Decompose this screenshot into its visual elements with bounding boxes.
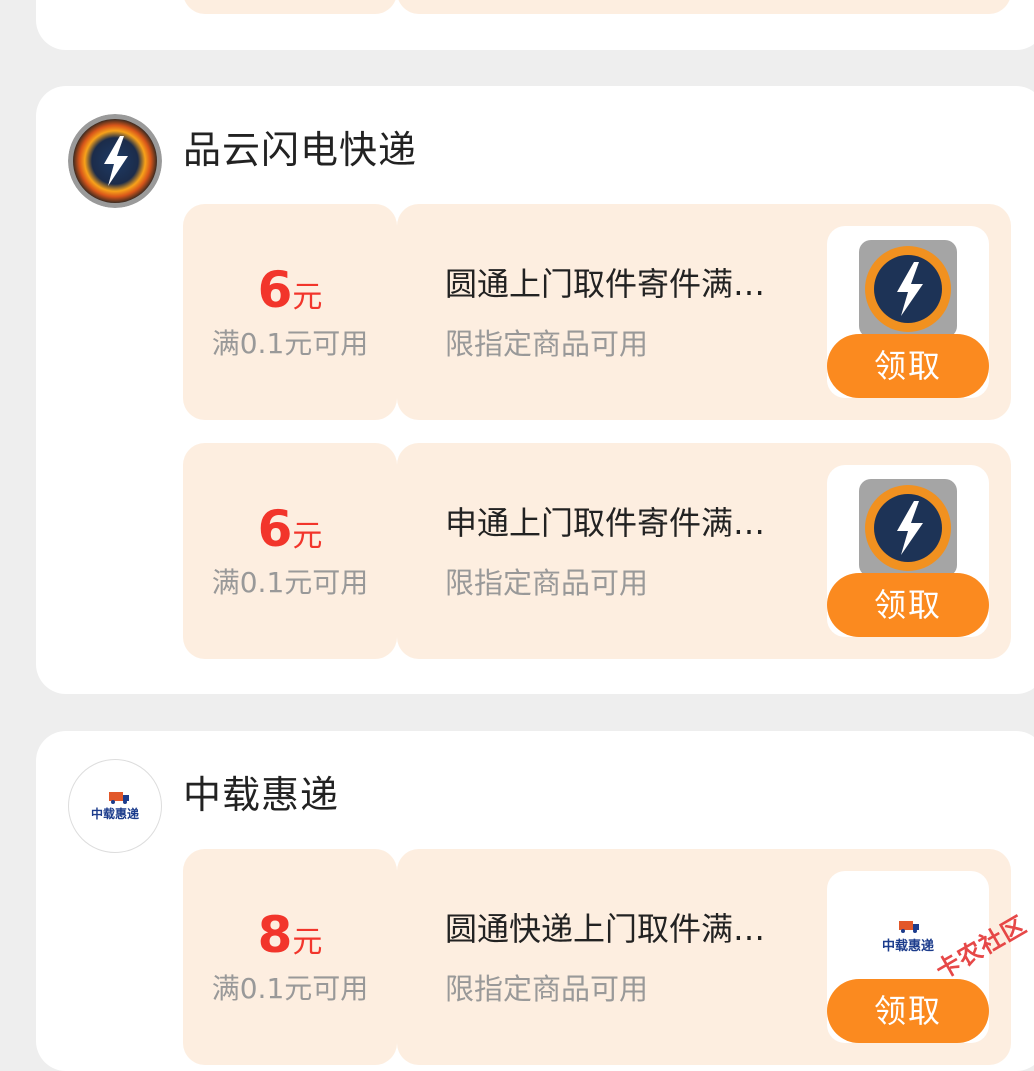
- coupon-detail-panel: 圆通上门取件寄件满… 限指定商品可用 领取: [397, 204, 1011, 420]
- coupon-thumbnail: [859, 479, 957, 577]
- coupon-amount-number: 6: [257, 261, 293, 319]
- store-name: 品云闪电快递: [183, 128, 418, 172]
- coupon-amount-number: 8: [257, 906, 293, 964]
- coupon-title: 圆通上门取件寄件满…: [445, 265, 766, 303]
- coupon-title: 申通上门取件寄件满…: [445, 504, 766, 542]
- coupon-condition: 满0.1元可用: [211, 327, 369, 360]
- coupon-detail-panel: 圆通快递上门取件满… 限指定商品可用 中载惠递 领取: [397, 849, 1011, 1065]
- truck-logo-text: 中载惠递: [90, 807, 139, 821]
- lightning-logo-icon: [859, 479, 957, 577]
- store-logo[interactable]: [68, 114, 162, 208]
- coupon-amount-unit: 元: [292, 519, 323, 554]
- coupon-card: 8元 满0.1元可用 圆通快递上门取件满… 限指定商品可用 中载惠递 领取: [183, 849, 1011, 1065]
- store-name: 中载惠递: [183, 773, 340, 817]
- store-card: 品云闪电快递 6元 满0.1元可用 圆通上门取件寄件满… 限指定商品可用 领取 …: [36, 86, 1034, 694]
- claim-button[interactable]: 领取: [827, 573, 989, 637]
- coupon-stub-left: [183, 0, 397, 14]
- lightning-logo-icon: [68, 114, 162, 208]
- coupon-subtitle: 限指定商品可用: [445, 972, 649, 1006]
- coupon-value-panel: 6元 满0.1元可用: [183, 443, 397, 659]
- coupon-title: 圆通快递上门取件满…: [445, 910, 766, 948]
- coupon-value-panel: 6元 满0.1元可用: [183, 204, 397, 420]
- coupon-action-panel: 领取: [827, 226, 989, 398]
- lightning-logo-icon: [859, 240, 957, 338]
- coupon-stub-right: [397, 0, 1011, 14]
- coupon-card: 6元 满0.1元可用 圆通上门取件寄件满… 限指定商品可用 领取: [183, 204, 1011, 420]
- coupon-thumbnail: [859, 240, 957, 338]
- store-card-previous: [36, 0, 1034, 50]
- claim-button[interactable]: 领取: [827, 979, 989, 1043]
- claim-button[interactable]: 领取: [827, 334, 989, 398]
- coupon-subtitle: 限指定商品可用: [445, 566, 649, 600]
- coupon-value-panel: 8元 满0.1元可用: [183, 849, 397, 1065]
- coupon-card: 6元 满0.1元可用 申通上门取件寄件满… 限指定商品可用 领取: [183, 443, 1011, 659]
- store-card: 中载惠递 中载惠递 8元 满0.1元可用 圆通快递上门取件满… 限指定商品可用: [36, 731, 1034, 1071]
- store-logo[interactable]: 中载惠递: [68, 759, 162, 853]
- coupon-amount-unit: 元: [292, 925, 323, 960]
- coupon-condition: 满0.1元可用: [211, 566, 369, 599]
- coupon-amount-unit: 元: [292, 280, 323, 315]
- coupon-amount-number: 6: [257, 500, 293, 558]
- coupon-condition: 满0.1元可用: [211, 972, 369, 1005]
- coupon-detail-panel: 申通上门取件寄件满… 限指定商品可用 领取: [397, 443, 1011, 659]
- coupon-subtitle: 限指定商品可用: [445, 327, 649, 361]
- coupon-action-panel: 领取: [827, 465, 989, 637]
